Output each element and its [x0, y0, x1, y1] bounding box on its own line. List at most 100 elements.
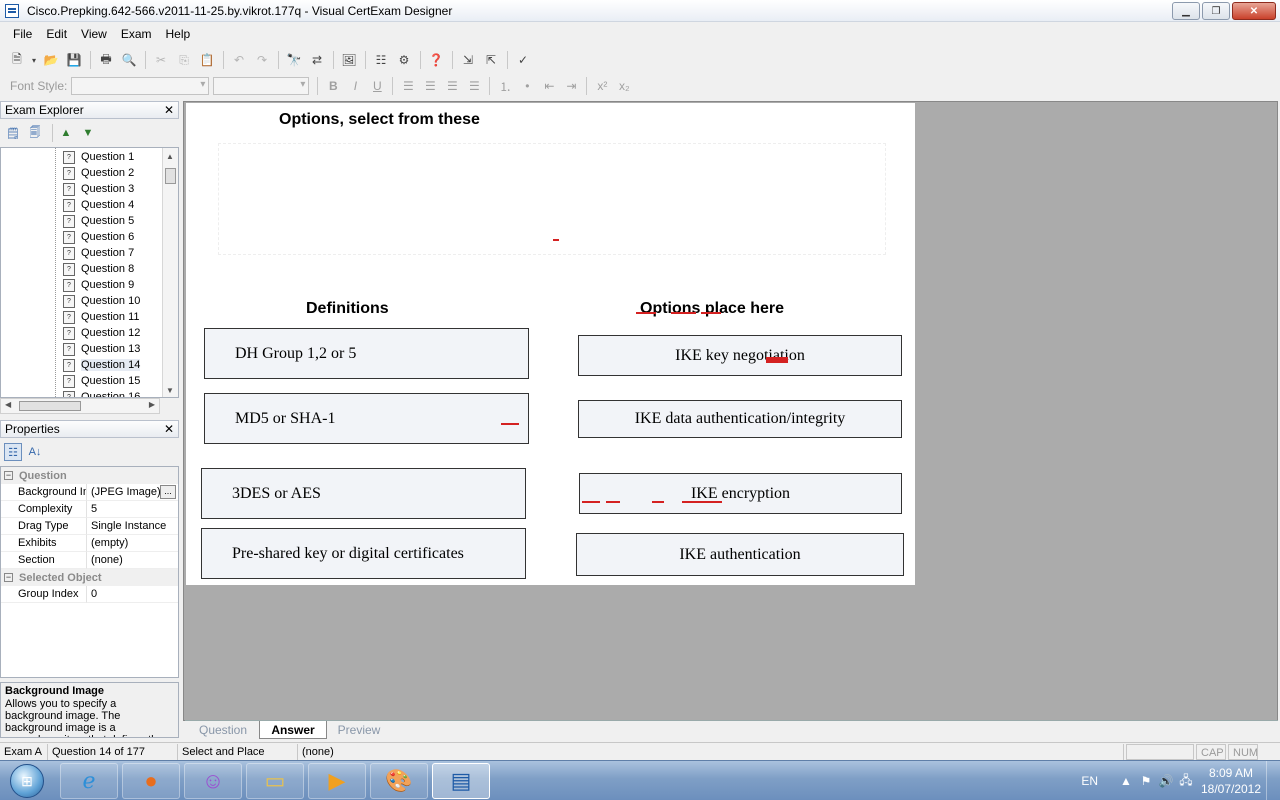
question-canvas[interactable]: Options, select from these Definitions O… [186, 103, 915, 585]
categorized-icon[interactable]: ☷ [4, 443, 22, 461]
internet-explorer-icon[interactable]: ℯ [60, 763, 118, 799]
menu-view[interactable]: View [74, 27, 114, 41]
start-button[interactable]: ⊞ [2, 762, 52, 800]
scroll-up-icon[interactable]: ▲ [166, 152, 174, 161]
indent-icon[interactable]: ⇥ [560, 79, 582, 93]
tree-item-question[interactable]: ? Question 2 [63, 165, 134, 181]
insert-image-icon[interactable]: 🖼 [338, 49, 360, 71]
prop-exhibits[interactable]: Exhibits (empty) [1, 535, 178, 552]
replace-icon[interactable]: ⇄ [306, 49, 328, 71]
paste-icon[interactable]: 📋 [196, 49, 218, 71]
prop-drag-type[interactable]: Drag Type Single Instance [1, 518, 178, 535]
prop-complexity[interactable]: Complexity 5 [1, 501, 178, 518]
undo-icon[interactable]: ↶ [228, 49, 250, 71]
new-exam-icon[interactable]: 🗎 [6, 49, 28, 71]
menu-exam[interactable]: Exam [114, 27, 159, 41]
open-folder-icon[interactable]: 📂 [40, 49, 62, 71]
messenger-icon[interactable]: ☺ [184, 763, 242, 799]
redo-icon[interactable]: ↷ [251, 49, 273, 71]
show-desktop-button[interactable] [1266, 761, 1280, 800]
tree-item-question[interactable]: ? Question 5 [63, 213, 134, 229]
menu-file[interactable]: File [6, 27, 39, 41]
cut-icon[interactable]: ✂ [150, 49, 172, 71]
minimize-button[interactable]: ▁ [1172, 2, 1200, 20]
superscript-icon[interactable]: x² [591, 79, 613, 93]
tree-item-question[interactable]: ? Question 16 [63, 389, 140, 397]
bold-icon[interactable]: B [322, 79, 344, 93]
tree-item-question[interactable]: ? Question 6 [63, 229, 134, 245]
numbered-list-icon[interactable]: ⒈ [494, 78, 516, 95]
network-icon[interactable]: 🖧 [1176, 771, 1196, 792]
category-selected-object[interactable]: − Selected Object [1, 569, 178, 586]
tab-question[interactable]: Question [189, 721, 257, 739]
menu-edit[interactable]: Edit [39, 27, 74, 41]
collapse-icon[interactable]: − [4, 471, 13, 480]
answer-box[interactable]: IKE data authentication/integrity [578, 400, 902, 438]
tree-item-question[interactable]: ? Question 15 [63, 373, 140, 389]
bullet-list-icon[interactable]: • [516, 79, 538, 93]
justify-icon[interactable]: ☰ [463, 79, 485, 93]
tree-item-question[interactable]: ? Question 3 [63, 181, 134, 197]
tab-preview[interactable]: Preview [325, 721, 393, 739]
tree-item-question[interactable]: ? Question 12 [63, 325, 140, 341]
move-up-icon[interactable]: ▲ [57, 124, 75, 142]
save-icon[interactable]: 💾 [63, 49, 85, 71]
certexam-designer-icon[interactable]: ▤ [432, 763, 490, 799]
collapse-icon[interactable]: − [4, 573, 13, 582]
add-section-icon[interactable]: 🗐 [26, 124, 44, 142]
import-icon[interactable]: ⇲ [457, 49, 479, 71]
font-style-combo[interactable] [71, 77, 210, 95]
add-question-icon[interactable]: 🗒 [4, 124, 22, 142]
export-icon[interactable]: ⇱ [480, 49, 502, 71]
volume-icon[interactable]: 🔊 [1156, 774, 1176, 788]
align-left-icon[interactable]: ☰ [397, 79, 419, 93]
paint-icon[interactable]: 🎨 [370, 763, 428, 799]
firefox-icon[interactable]: ● [122, 763, 180, 799]
clock[interactable]: 8:09 AM 18/07/2012 [1196, 765, 1266, 797]
alphabetical-icon[interactable]: A↓ [26, 443, 44, 461]
definition-box[interactable]: DH Group 1,2 or 5 [204, 328, 529, 379]
media-player-icon[interactable]: ▶ [308, 763, 366, 799]
dropdown-arrow-icon[interactable]: ▾ [29, 49, 39, 71]
file-explorer-icon[interactable]: ▭ [246, 763, 304, 799]
tree-item-question[interactable]: ? Question 14 [63, 357, 141, 373]
answer-box[interactable]: IKE encryption [579, 473, 902, 514]
tree-item-question[interactable]: ? Question 13 [63, 341, 140, 357]
move-down-icon[interactable]: ▼ [79, 124, 97, 142]
scroll-thumb[interactable] [165, 168, 176, 184]
align-center-icon[interactable]: ☰ [419, 79, 441, 93]
help-icon[interactable]: ❓ [425, 49, 447, 71]
tree-vertical-scrollbar[interactable]: ▲ ▼ [162, 148, 178, 397]
tree-item-question[interactable]: ? Question 1 [63, 149, 134, 165]
answer-box[interactable]: IKE authentication [576, 533, 904, 576]
find-icon[interactable]: 🔭 [283, 49, 305, 71]
prop-section[interactable]: Section (none) [1, 552, 178, 569]
close-button[interactable]: ✕ [1232, 2, 1276, 20]
print-icon[interactable]: 🖶 [95, 49, 117, 71]
category-question[interactable]: − Question [1, 467, 178, 484]
scroll-thumb[interactable] [19, 401, 81, 411]
tree-item-question[interactable]: ? Question 4 [63, 197, 134, 213]
show-hidden-icons-icon[interactable]: ▲ [1116, 774, 1136, 788]
close-explorer-icon[interactable]: ✕ [164, 103, 174, 117]
definition-box[interactable]: MD5 or SHA-1 [204, 393, 529, 444]
tree-item-question[interactable]: ? Question 9 [63, 277, 134, 293]
tab-answer[interactable]: Answer [259, 721, 327, 739]
underline-icon[interactable]: U [366, 79, 388, 93]
scroll-left-icon[interactable]: ◀ [5, 400, 11, 409]
tree-horizontal-scrollbar[interactable]: ◀ ▶ [0, 398, 160, 414]
italic-icon[interactable]: I [344, 79, 366, 93]
properties-icon[interactable]: ⚙ [393, 49, 415, 71]
scroll-right-icon[interactable]: ▶ [149, 400, 155, 409]
browse-button[interactable]: ... [160, 485, 176, 499]
action-center-icon[interactable]: ⚑ [1136, 774, 1156, 788]
subscript-icon[interactable]: x₂ [613, 79, 635, 93]
copy-icon[interactable]: ⎘ [173, 49, 195, 71]
align-right-icon[interactable]: ☰ [441, 79, 463, 93]
app-icon[interactable] [5, 3, 19, 18]
tree-item-question[interactable]: ? Question 10 [63, 293, 140, 309]
restore-button[interactable]: ❐ [1202, 2, 1230, 20]
scroll-down-icon[interactable]: ▼ [166, 386, 174, 395]
prop-group-index[interactable]: Group Index 0 [1, 586, 178, 603]
font-size-combo[interactable] [213, 77, 310, 95]
